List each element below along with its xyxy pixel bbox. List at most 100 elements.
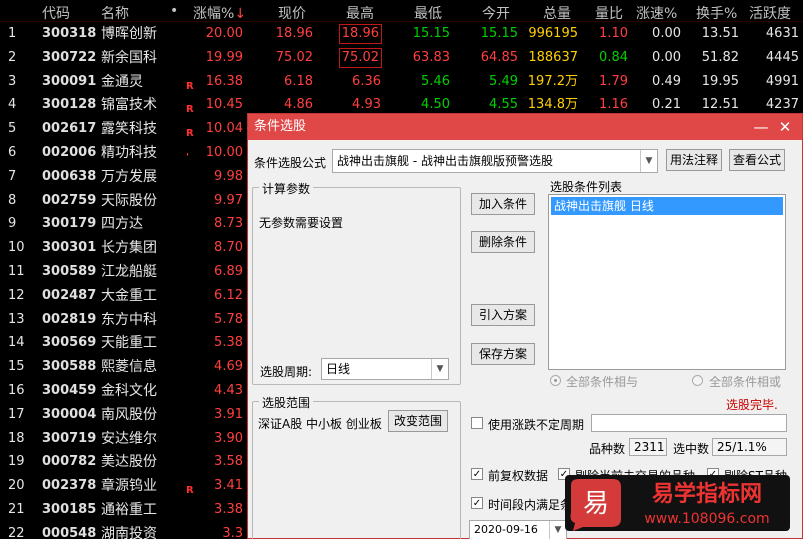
cell-open: 15.15 bbox=[480, 26, 518, 41]
cell-vr: 1.10 bbox=[599, 26, 628, 41]
list-item[interactable]: 战神出击旗舰 日线 bbox=[551, 197, 783, 215]
cell-vol: 197.2万 bbox=[527, 73, 578, 89]
cell-name: 大金重工 bbox=[101, 287, 157, 304]
cell-name: 锦富技术 bbox=[101, 97, 157, 114]
radio-and-label: 全部条件相与 bbox=[566, 375, 639, 389]
import-scheme-button[interactable]: 引入方案 bbox=[471, 304, 535, 326]
col-turnover[interactable]: 换手% bbox=[696, 3, 737, 22]
cell-low: 15.15 bbox=[412, 26, 450, 41]
col-code[interactable]: 代码 bbox=[42, 3, 70, 22]
cell-spd: 0.49 bbox=[652, 73, 681, 89]
cell-name: 金科文化 bbox=[101, 383, 157, 399]
chevron-down-icon: ▼ bbox=[640, 150, 657, 172]
cell-vr: 1.79 bbox=[599, 73, 628, 89]
col-low[interactable]: 最低 bbox=[414, 3, 442, 22]
condition-list[interactable]: 战神出击旗舰 日线 bbox=[548, 194, 786, 370]
cell-chg: 3.3 bbox=[222, 525, 243, 539]
view-formula-button[interactable]: 查看公式 bbox=[729, 149, 785, 171]
cell-open: 4.55 bbox=[489, 97, 518, 113]
cell-code: 300588 bbox=[42, 359, 97, 375]
period-range-field[interactable] bbox=[591, 414, 787, 432]
cell-price: 75.02 bbox=[275, 49, 313, 65]
cell-code: 300318 bbox=[42, 26, 97, 41]
cell-chg: 19.99 bbox=[205, 49, 243, 65]
col-volume[interactable]: 总量 bbox=[543, 3, 571, 22]
params-text: 无参数需要设置 bbox=[259, 216, 344, 230]
cell-chg: 5.38 bbox=[214, 335, 243, 351]
cell-turn: 13.51 bbox=[701, 26, 739, 41]
cell-open: 5.49 bbox=[489, 73, 518, 89]
cell-chg: 6.12 bbox=[214, 287, 243, 303]
cell-vol: 188637 bbox=[528, 49, 578, 65]
cell-no: 21 bbox=[8, 502, 25, 517]
cell-low: 63.83 bbox=[412, 49, 450, 65]
radio-or[interactable] bbox=[692, 375, 703, 386]
close-button[interactable]: ✕ bbox=[774, 114, 796, 140]
usage-notes-button[interactable]: 用法注释 bbox=[666, 149, 722, 171]
cell-name: 天能重工 bbox=[101, 335, 157, 352]
cell-code: 300459 bbox=[42, 383, 97, 398]
chevron-down-icon: ▼ bbox=[549, 521, 566, 539]
formula-label: 条件选股公式 bbox=[254, 156, 327, 170]
cell-chg: 8.73 bbox=[214, 216, 243, 232]
cell-chg: 3.38 bbox=[214, 502, 243, 517]
cell-no: 22 bbox=[8, 525, 25, 539]
forward-adjust-label: 前复权数据 bbox=[488, 469, 549, 483]
cell-chg: 6.89 bbox=[214, 264, 243, 279]
col-volume-ratio[interactable]: 量比 bbox=[595, 3, 623, 22]
col-open[interactable]: 今开 bbox=[482, 3, 510, 22]
cell-act: 4237 bbox=[765, 97, 799, 113]
cell-no: 3 bbox=[8, 73, 17, 89]
cell-spd: 0.21 bbox=[652, 97, 681, 113]
cell-code: 300091 bbox=[42, 73, 97, 89]
sort-desc-icon: ↓ bbox=[234, 6, 247, 22]
col-price[interactable]: 现价 bbox=[278, 3, 306, 22]
cell-name: 新余国科 bbox=[101, 49, 157, 66]
period-select[interactable]: 日线 ▼ bbox=[321, 358, 449, 380]
cell-name: 东方中科 bbox=[101, 311, 157, 328]
status-text: 选股完毕. bbox=[726, 398, 778, 412]
date-picker[interactable]: 2020-09-16 ▼ bbox=[469, 520, 567, 539]
cell-no: 2 bbox=[8, 49, 17, 65]
minimize-button[interactable]: — bbox=[750, 114, 772, 140]
col-activity[interactable]: 活跃度 bbox=[749, 3, 791, 22]
cell-price: 4.86 bbox=[284, 97, 313, 113]
table-row[interactable]: 2 300722 新余国科 19.99 75.02 75.02 63.83 64.85 1886… bbox=[0, 46, 803, 70]
cell-name: 精功科技 bbox=[101, 145, 157, 161]
change-range-button[interactable]: 改变范围 bbox=[388, 410, 448, 432]
condition-list-title: 选股条件列表 bbox=[550, 180, 623, 194]
params-title: 计算参数 bbox=[259, 180, 314, 197]
cell-code: 300179 bbox=[42, 216, 97, 232]
cell-open: 64.85 bbox=[480, 49, 518, 65]
cell-low: 4.50 bbox=[421, 97, 450, 113]
cell-no: 9 bbox=[8, 216, 17, 232]
cell-code: 300185 bbox=[42, 502, 97, 517]
radio-and[interactable] bbox=[550, 375, 561, 386]
col-change[interactable]: 涨幅%↓ bbox=[193, 3, 247, 22]
cell-code: 300301 bbox=[42, 240, 97, 256]
cell-code: 300722 bbox=[42, 49, 97, 65]
table-row[interactable]: 3 300091 金通灵 R 16.38 6.18 6.36 5.46 5.49 197.2万 1.… bbox=[0, 70, 803, 94]
cell-no: 20 bbox=[8, 478, 25, 494]
cell-name: 金通灵 bbox=[101, 73, 143, 90]
selected-value: 25/1.1% bbox=[712, 438, 787, 456]
delete-condition-button[interactable]: 删除条件 bbox=[471, 231, 535, 253]
cell-code: 002378 bbox=[42, 478, 97, 494]
cell-no: 10 bbox=[8, 240, 25, 256]
watermark-url: www.108096.com bbox=[644, 511, 769, 527]
table-row[interactable]: 1 300318 博晖创新 20.00 18.96 18.96 15.15 15.15 9961… bbox=[0, 22, 803, 46]
add-condition-button[interactable]: 加入条件 bbox=[471, 193, 535, 215]
formula-select[interactable]: 战神出击旗舰 - 战神出击旗舰版预警选股 ▼ bbox=[332, 149, 658, 173]
save-scheme-button[interactable]: 保存方案 bbox=[471, 343, 535, 365]
col-speed[interactable]: 涨速% bbox=[636, 3, 677, 22]
params-group: 计算参数 无参数需要设置 选股周期: 日线 ▼ bbox=[252, 180, 461, 385]
col-high[interactable]: 最高 bbox=[346, 3, 374, 22]
col-name[interactable]: 名称 bbox=[101, 3, 129, 22]
cell-act: 4631 bbox=[765, 26, 799, 41]
cell-code: 300569 bbox=[42, 335, 97, 351]
use-period-checkbox[interactable] bbox=[471, 417, 483, 429]
cell-chg: 8.70 bbox=[214, 240, 243, 256]
forward-adjust-checkbox[interactable]: ✓ bbox=[471, 468, 483, 480]
period-label: 选股周期: bbox=[260, 365, 313, 379]
time-range-checkbox[interactable]: ✓ bbox=[471, 497, 483, 509]
